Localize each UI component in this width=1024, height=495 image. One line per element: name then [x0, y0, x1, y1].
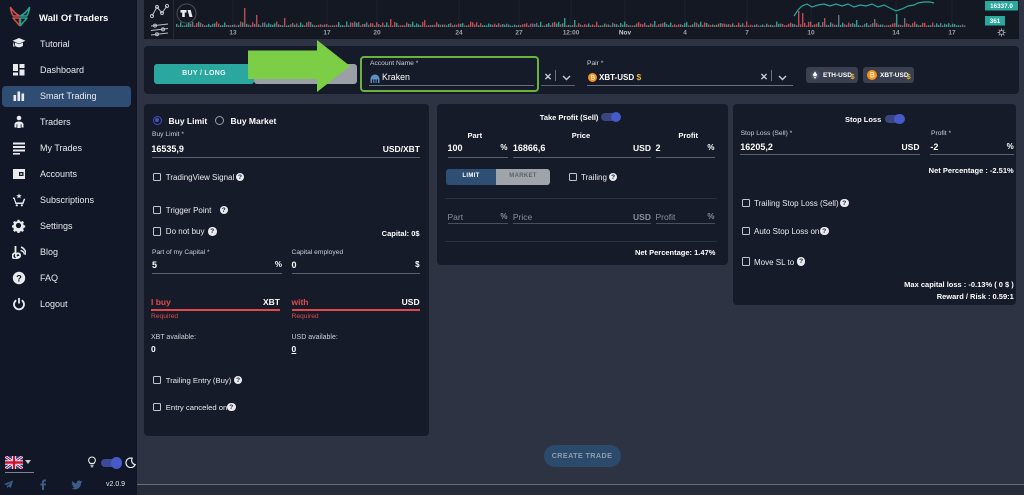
- svg-text:17: 17: [323, 30, 331, 37]
- svg-text:7: 7: [745, 30, 749, 37]
- svg-text:Nov: Nov: [619, 30, 632, 37]
- svg-text:16337.0: 16337.0: [990, 3, 1013, 10]
- svg-text:13: 13: [229, 30, 237, 37]
- svg-text:4: 4: [683, 30, 687, 37]
- svg-text:17: 17: [948, 30, 956, 37]
- svg-text:12:00: 12:00: [563, 30, 580, 37]
- svg-text:10: 10: [807, 30, 815, 37]
- svg-text:24: 24: [455, 30, 463, 37]
- svg-text:27: 27: [515, 30, 523, 37]
- svg-text:20: 20: [373, 30, 381, 37]
- svg-text:14: 14: [892, 30, 900, 37]
- svg-text:361: 361: [990, 18, 1001, 25]
- svg-text:?: ?: [16, 273, 22, 284]
